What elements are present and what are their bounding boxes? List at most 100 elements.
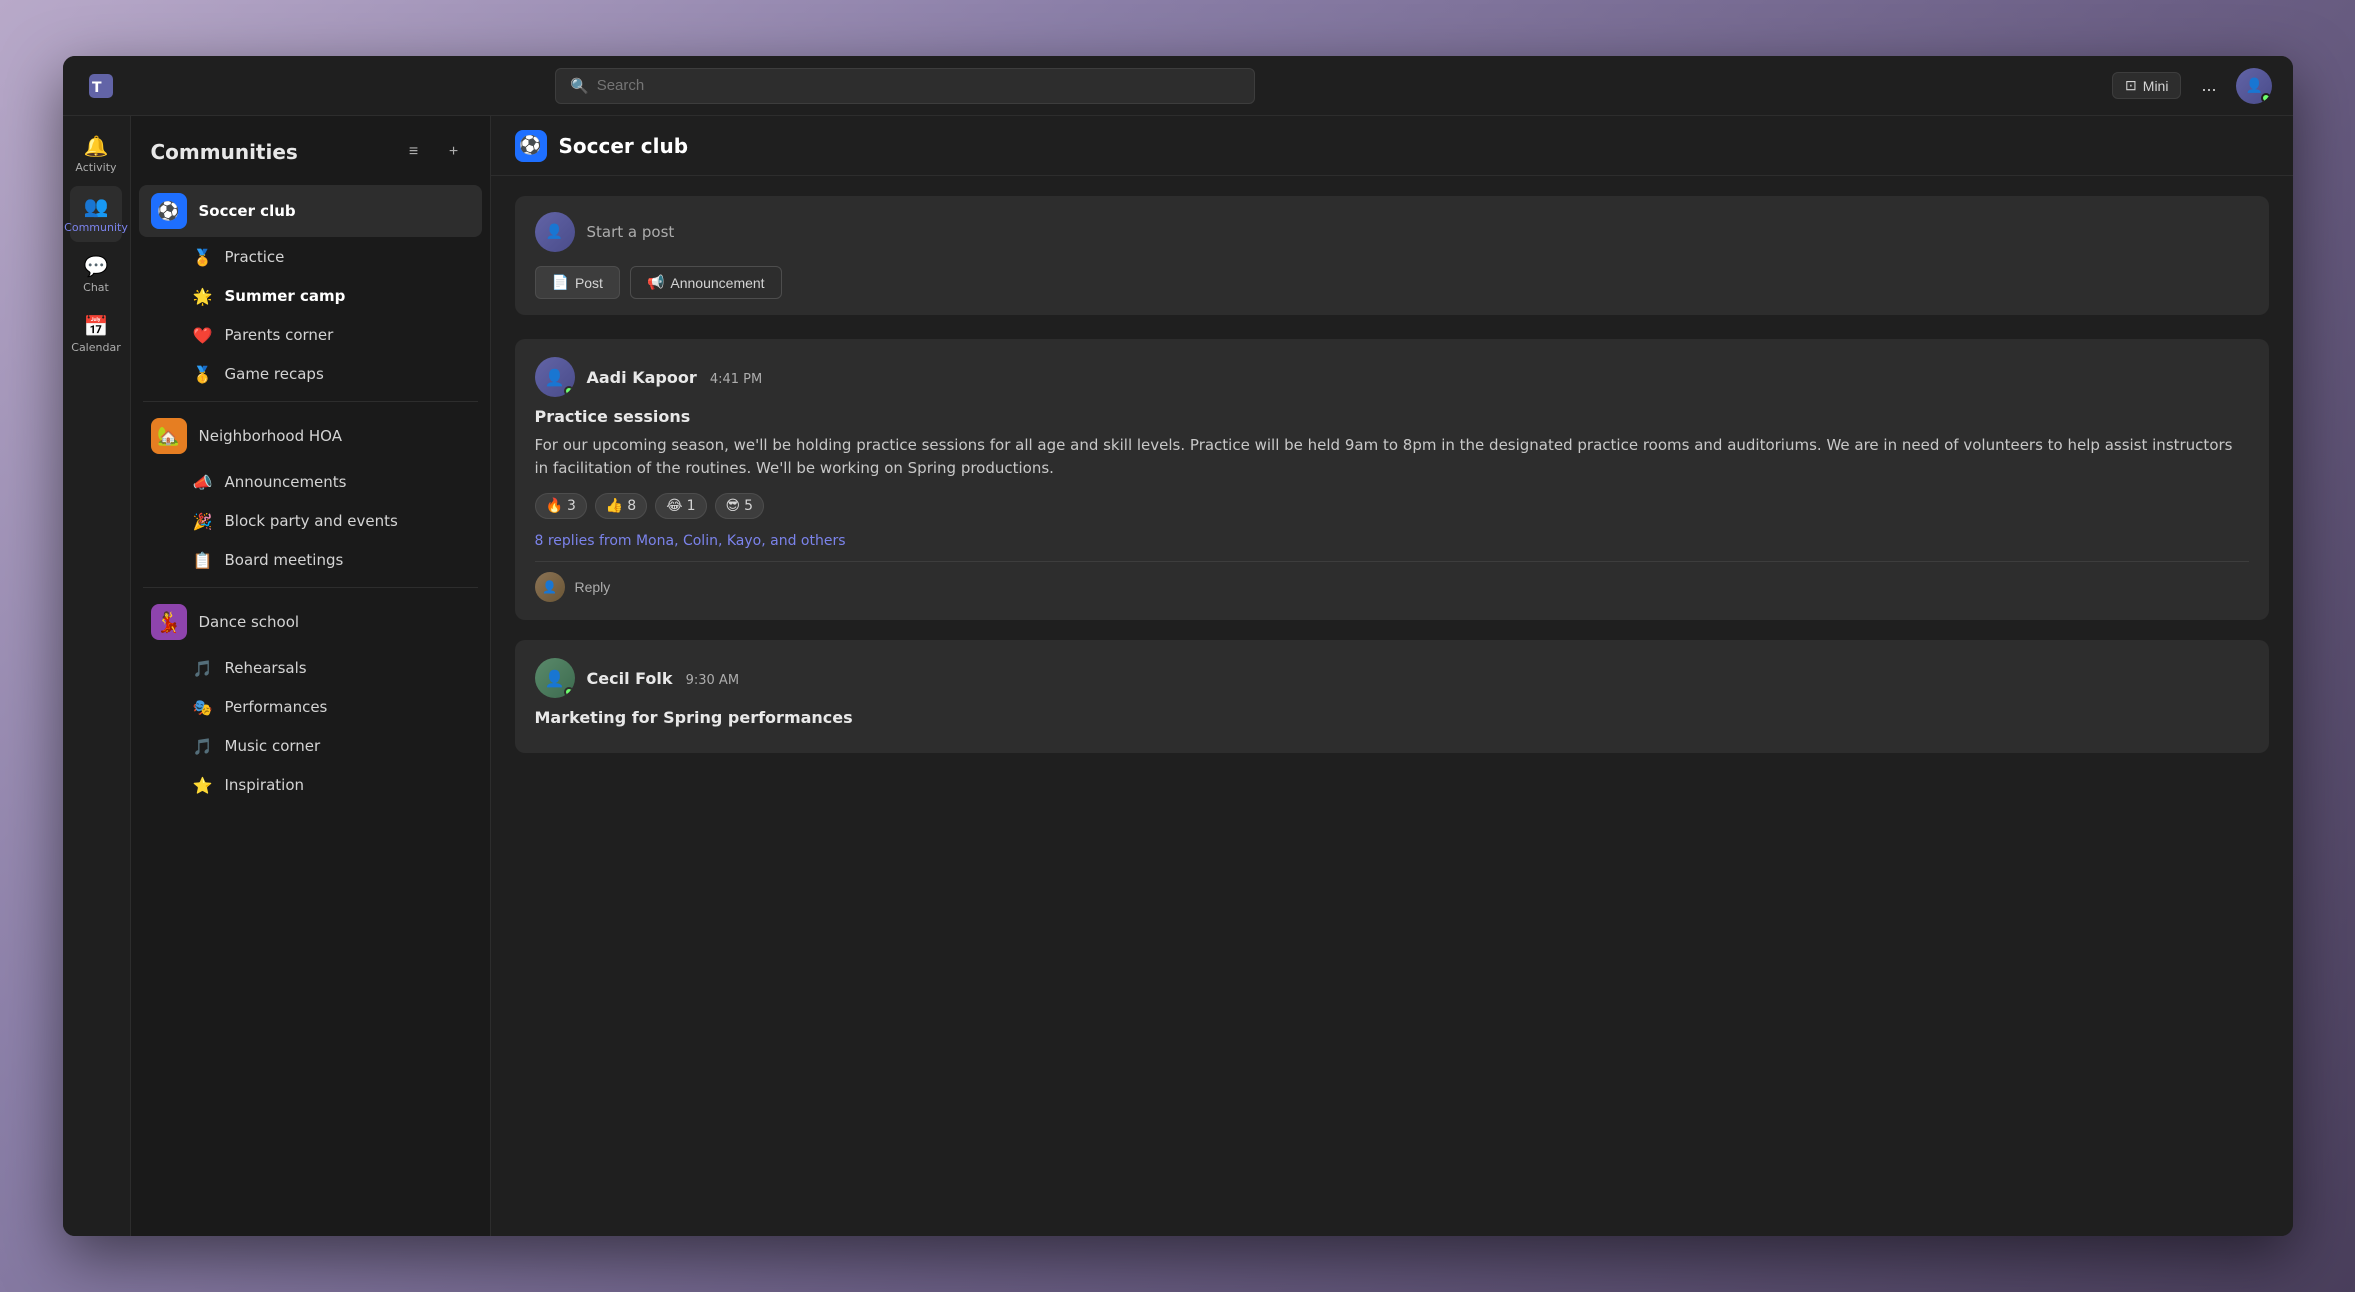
chat-area: ⚽ Soccer club 👤 Start a post 📄 xyxy=(491,116,2293,1236)
divider-1 xyxy=(143,401,478,402)
channel-block-party[interactable]: 🎉 Block party and events xyxy=(139,502,482,540)
reaction-thumbsup[interactable]: 👍 8 xyxy=(595,493,647,519)
reaction-cool-count: 5 xyxy=(744,498,753,514)
mini-icon: ⊡ xyxy=(2125,77,2137,94)
svg-text:T: T xyxy=(92,80,102,96)
channel-summer-camp[interactable]: 🌟 Summer camp xyxy=(139,277,482,315)
channel-practice[interactable]: 🏅 Practice xyxy=(139,238,482,276)
reaction-fire-emoji: 🔥 xyxy=(546,498,563,514)
channel-inspiration[interactable]: ⭐ Inspiration xyxy=(139,766,482,804)
msg1-time: 4:41 PM xyxy=(710,372,762,387)
game-recaps-label: Game recaps xyxy=(225,365,324,383)
filter-button[interactable]: ≡ xyxy=(398,136,430,168)
board-meetings-icon: 📋 xyxy=(191,548,215,572)
reaction-cool-emoji: 😎 xyxy=(726,498,741,514)
mini-button[interactable]: ⊡ Mini xyxy=(2112,72,2181,99)
msg1-reply-button[interactable]: Reply xyxy=(575,579,611,595)
game-recaps-icon: 🥇 xyxy=(191,362,215,386)
communities-title: Communities xyxy=(151,140,390,164)
reaction-laugh-count: 1 xyxy=(687,498,696,514)
msg1-replies-link[interactable]: 8 replies from Mona, Colin, Kayo, and ot… xyxy=(535,533,2249,549)
msg1-author-info: Aadi Kapoor 4:41 PM xyxy=(587,368,763,387)
community-neighborhood-hoa[interactable]: 🏡 Neighborhood HOA xyxy=(139,410,482,462)
chat-icon: 💬 xyxy=(84,254,109,278)
performances-icon: 🎭 xyxy=(191,695,215,719)
practice-label: Practice xyxy=(225,248,285,266)
channel-announcements[interactable]: 📣 Announcements xyxy=(139,463,482,501)
search-input[interactable] xyxy=(597,77,1240,94)
community-icon: 👥 xyxy=(84,194,109,218)
chat-label: Chat xyxy=(83,281,109,294)
community-soccer-club[interactable]: ⚽ Soccer club xyxy=(139,185,482,237)
channel-parents-corner[interactable]: ❤️ Parents corner xyxy=(139,316,482,354)
msg1-body: For our upcoming season, we'll be holdin… xyxy=(535,434,2249,479)
activity-label: Activity xyxy=(75,161,116,174)
channel-rehearsals[interactable]: 🎵 Rehearsals xyxy=(139,649,482,687)
chat-header-title: Soccer club xyxy=(559,134,689,158)
teams-logo: T xyxy=(83,68,119,104)
soccer-club-name: Soccer club xyxy=(199,202,296,220)
reaction-fire[interactable]: 🔥 3 xyxy=(535,493,587,519)
msg2-online-dot xyxy=(564,687,574,697)
msg2-author-info: Cecil Folk 9:30 AM xyxy=(587,669,740,688)
reaction-thumbsup-count: 8 xyxy=(627,498,636,514)
msg1-reactions: 🔥 3 👍 8 😂 1 😎 5 xyxy=(535,493,2249,519)
sidebar-item-chat[interactable]: 💬 Chat xyxy=(70,246,122,302)
channel-performances[interactable]: 🎭 Performances xyxy=(139,688,482,726)
user-avatar[interactable]: 👤 xyxy=(2236,68,2272,104)
message-header-2: 👤 Cecil Folk 9:30 AM xyxy=(535,658,2249,698)
new-post-placeholder[interactable]: Start a post xyxy=(587,223,675,241)
msg2-title: Marketing for Spring performances xyxy=(535,708,2249,727)
channel-board-meetings[interactable]: 📋 Board meetings xyxy=(139,541,482,579)
current-user-avatar: 👤 xyxy=(535,212,575,252)
music-corner-icon: 🎵 xyxy=(191,734,215,758)
board-meetings-label: Board meetings xyxy=(225,551,344,569)
announcement-button[interactable]: 📢 Announcement xyxy=(630,266,782,299)
divider-2 xyxy=(143,587,478,588)
msg1-reply-row: 👤 Reply xyxy=(535,561,2249,602)
parents-corner-icon: ❤️ xyxy=(191,323,215,347)
post-icon: 📄 xyxy=(552,274,569,291)
soccer-club-icon: ⚽ xyxy=(151,193,187,229)
reaction-fire-count: 3 xyxy=(567,498,576,514)
sidebar-item-activity[interactable]: 🔔 Activity xyxy=(70,126,122,182)
inspiration-icon: ⭐ xyxy=(191,773,215,797)
message-card-2: 👤 Cecil Folk 9:30 AM Marketing for Sprin… xyxy=(515,640,2269,753)
announcement-icon: 📢 xyxy=(647,274,664,291)
summer-camp-icon: 🌟 xyxy=(191,284,215,308)
calendar-icon: 📅 xyxy=(84,314,109,338)
dance-school-name: Dance school xyxy=(199,613,300,631)
app-window: T 🔍 ⊡ Mini ... 👤 🔔 Activit xyxy=(63,56,2293,1236)
msg2-time: 9:30 AM xyxy=(686,673,739,688)
activity-icon: 🔔 xyxy=(84,134,109,158)
search-bar[interactable]: 🔍 xyxy=(555,68,1255,104)
post-button[interactable]: 📄 Post xyxy=(535,266,620,299)
channel-game-recaps[interactable]: 🥇 Game recaps xyxy=(139,355,482,393)
sidebar-item-community[interactable]: 👥 Community xyxy=(70,186,122,242)
sidebar-item-calendar[interactable]: 📅 Calendar xyxy=(70,306,122,362)
title-bar: T 🔍 ⊡ Mini ... 👤 xyxy=(63,56,2293,116)
block-party-icon: 🎉 xyxy=(191,509,215,533)
reaction-cool[interactable]: 😎 5 xyxy=(715,493,765,519)
add-community-button[interactable]: + xyxy=(438,136,470,168)
title-bar-right: ⊡ Mini ... 👤 xyxy=(2112,68,2272,104)
msg2-author-name: Cecil Folk xyxy=(587,669,673,688)
community-dance-school[interactable]: 💃 Dance school xyxy=(139,596,482,648)
online-status-dot xyxy=(2261,93,2271,103)
rehearsals-label: Rehearsals xyxy=(225,659,307,677)
music-corner-label: Music corner xyxy=(225,737,321,755)
chat-messages: 👤 Start a post 📄 Post 📢 Announcement xyxy=(491,176,2293,1236)
channel-music-corner[interactable]: 🎵 Music corner xyxy=(139,727,482,765)
announcements-icon: 📣 xyxy=(191,470,215,494)
add-icon: + xyxy=(449,143,458,161)
reaction-laugh[interactable]: 😂 1 xyxy=(655,493,706,519)
msg1-online-dot xyxy=(564,386,574,396)
chat-header-icon: ⚽ xyxy=(515,130,547,162)
main-content: 🔔 Activity 👥 Community 💬 Chat 📅 Calendar… xyxy=(63,116,2293,1236)
more-options-button[interactable]: ... xyxy=(2193,71,2224,100)
communities-header: Communities ≡ + xyxy=(131,116,490,180)
block-party-label: Block party and events xyxy=(225,512,398,530)
message-header-1: 👤 Aadi Kapoor 4:41 PM xyxy=(535,357,2249,397)
communities-panel: Communities ≡ + ⚽ Soccer club 🏅 Practice xyxy=(131,116,491,1236)
icon-rail: 🔔 Activity 👥 Community 💬 Chat 📅 Calendar xyxy=(63,116,131,1236)
